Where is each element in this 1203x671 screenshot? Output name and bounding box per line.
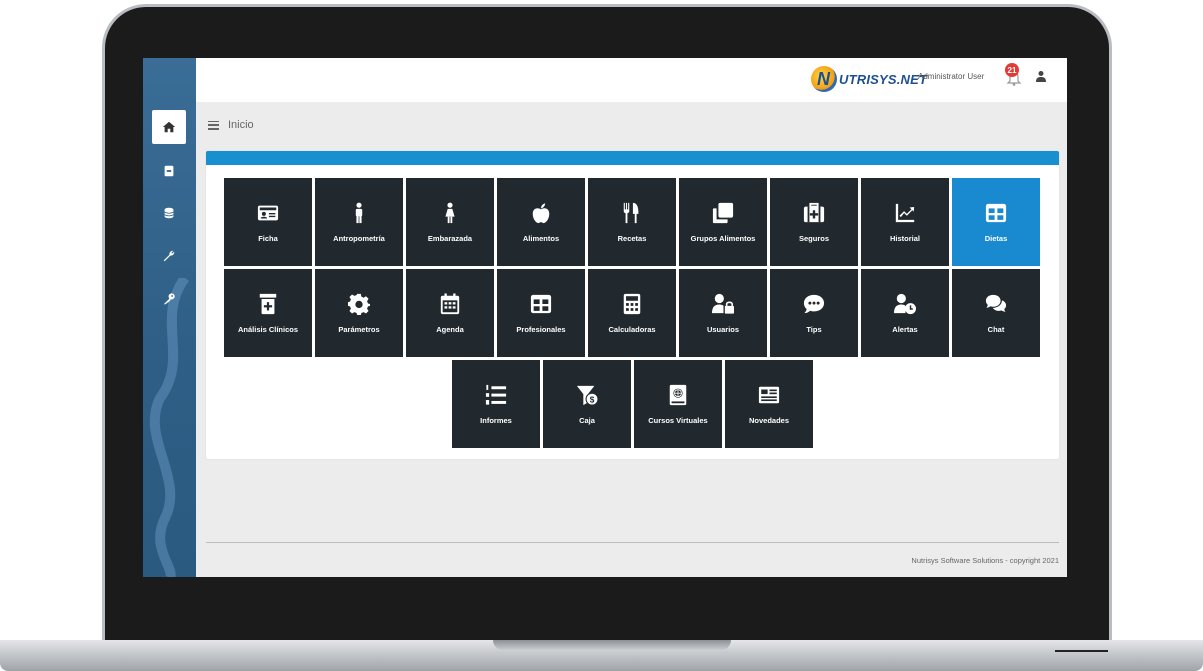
tape-measure-decoration — [149, 278, 190, 577]
footer-copyright: Nutrisys Software Solutions - copyright … — [911, 556, 1059, 565]
tile-label: Usuarios — [706, 324, 740, 334]
tile-label: Chat — [987, 324, 1005, 334]
tile-label: Caja — [579, 415, 595, 425]
tile-cursos-virtuales[interactable]: Cursos Virtuales — [634, 360, 722, 448]
medkit-icon — [803, 202, 825, 222]
table-icon — [985, 203, 1007, 222]
tile-label: Antropometría — [333, 233, 385, 243]
tile-tips[interactable]: Tips — [770, 269, 858, 357]
app-logo[interactable]: N UTRISYS.NET — [811, 62, 927, 96]
tile-label: Novedades — [748, 415, 790, 425]
utensils-icon — [623, 202, 639, 223]
key-icon — [163, 293, 175, 305]
tile-antropometria[interactable]: Antropometría — [315, 178, 403, 266]
tile-dietas[interactable]: Dietas — [952, 178, 1040, 266]
tile-label: Parámetros — [338, 324, 380, 334]
sidebar-item-home[interactable] — [152, 110, 186, 144]
id-card-icon — [257, 205, 279, 220]
tile-chat[interactable]: Chat — [952, 269, 1040, 357]
female-icon — [445, 202, 455, 223]
sidebar — [143, 58, 196, 577]
footer-divider — [206, 542, 1059, 543]
logo-emblem: N — [811, 66, 837, 92]
user-clock-icon — [894, 293, 916, 314]
tile-seguros[interactable]: Seguros — [770, 178, 858, 266]
sidebar-item-patients[interactable] — [152, 154, 186, 188]
tile-label: Embarazada — [427, 233, 473, 243]
tile-informes[interactable]: Informes — [452, 360, 540, 448]
apple-icon — [532, 202, 550, 223]
svg-text:$: $ — [590, 395, 595, 404]
tile-label: Grupos Alimentos — [690, 233, 756, 243]
tile-label: Ficha — [258, 233, 278, 243]
calendar-icon — [440, 292, 460, 314]
tile-parametros[interactable]: Parámetros — [315, 269, 403, 357]
panel-header-bar — [206, 151, 1059, 165]
tile-profesionales[interactable]: Profesionales — [497, 269, 585, 357]
tile-alimentos[interactable]: Alimentos — [497, 178, 585, 266]
app-screen: N UTRISYS.NET Administrator User 21 Inic… — [143, 58, 1067, 577]
tile-label: Informes — [480, 415, 512, 425]
clone-icon — [712, 202, 734, 223]
sidebar-item-tools[interactable] — [152, 239, 186, 273]
comment-dots-icon — [803, 294, 825, 313]
tile-label: Seguros — [798, 233, 829, 243]
tile-label: Historial — [889, 233, 920, 243]
tile-label: Análisis Clínicos — [237, 324, 299, 334]
user-lock-icon — [712, 293, 734, 314]
module-panel: Ficha Antropometría Embarazada Alimentos… — [206, 151, 1059, 459]
tile-label: Alertas — [892, 324, 918, 334]
laptop-detail — [1055, 650, 1108, 652]
tile-label: Profesionales — [516, 324, 566, 334]
user-icon[interactable] — [1035, 70, 1047, 82]
tile-label: Cursos Virtuales — [648, 415, 708, 425]
sidebar-item-security[interactable] — [152, 282, 186, 316]
tile-caja[interactable]: $ Caja — [543, 360, 631, 448]
laptop-notch — [493, 640, 731, 650]
user-name[interactable]: Administrator User — [918, 72, 984, 81]
cog-icon — [348, 293, 370, 315]
list-ol-icon — [485, 384, 507, 405]
tile-analisis-clinicos[interactable]: Análisis Clínicos — [224, 269, 312, 357]
tile-label: Dietas — [984, 233, 1008, 243]
male-icon — [355, 202, 363, 223]
chart-line-icon — [895, 203, 915, 222]
prescription-bottle-icon — [259, 293, 277, 314]
tile-recetas[interactable]: Recetas — [588, 178, 676, 266]
tile-calculadoras[interactable]: Calculadoras — [588, 269, 676, 357]
tile-usuarios[interactable]: Usuarios — [679, 269, 767, 357]
tile-ficha[interactable]: Ficha — [224, 178, 312, 266]
menu-toggle-icon[interactable] — [208, 120, 219, 130]
newspaper-icon — [758, 386, 780, 403]
tile-historial[interactable]: Historial — [861, 178, 949, 266]
logo-text: UTRISYS.NET — [839, 71, 928, 87]
tile-grupos-alimentos[interactable]: Grupos Alimentos — [679, 178, 767, 266]
tile-label: Alimentos — [522, 233, 560, 243]
sidebar-item-database[interactable] — [152, 196, 186, 230]
tile-embarazada[interactable]: Embarazada — [406, 178, 494, 266]
comments-icon — [985, 294, 1007, 312]
top-bar: N UTRISYS.NET Administrator User 21 — [196, 58, 1067, 102]
tile-agenda[interactable]: Agenda — [406, 269, 494, 357]
tile-label: Calculadoras — [608, 324, 656, 334]
home-icon — [162, 121, 176, 133]
tile-label: Tips — [806, 324, 822, 334]
funnel-dollar-icon: $ — [576, 385, 598, 406]
calculator-icon — [623, 293, 641, 314]
tile-novedades[interactable]: Novedades — [725, 360, 813, 448]
book-atlas-icon — [669, 384, 687, 405]
wrench-icon — [163, 250, 175, 262]
tile-label: Recetas — [617, 233, 647, 243]
tile-label: Agenda — [436, 324, 464, 334]
address-card-icon — [164, 165, 174, 177]
database-icon — [164, 207, 174, 219]
page-title: Inicio — [228, 119, 254, 131]
tile-alertas[interactable]: Alertas — [861, 269, 949, 357]
table-icon — [530, 294, 552, 313]
notification-badge: 21 — [1005, 63, 1019, 77]
breadcrumb: Inicio — [208, 119, 254, 131]
